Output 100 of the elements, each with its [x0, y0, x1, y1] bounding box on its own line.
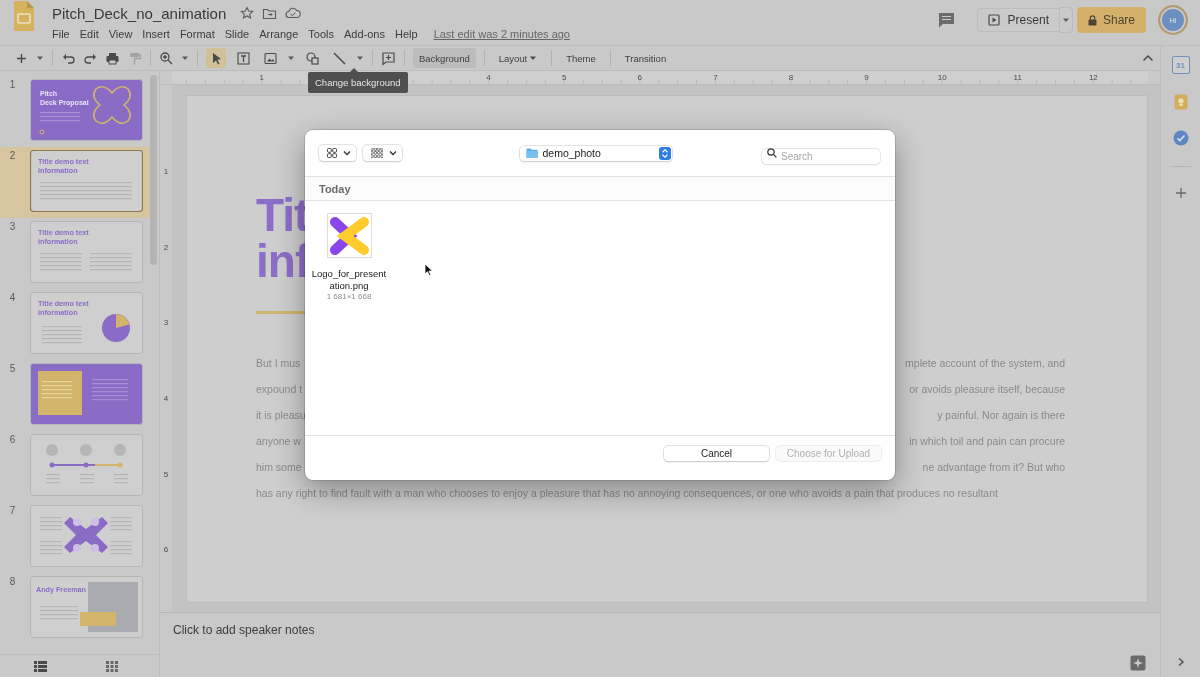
- cloud-icon[interactable]: [285, 7, 302, 19]
- ruler-number: 4: [485, 72, 492, 84]
- ruler-number: 8: [787, 72, 795, 84]
- logo-thumbnail-icon[interactable]: [326, 213, 372, 258]
- plus-icon[interactable]: [1174, 187, 1187, 199]
- present-button[interactable]: Present: [976, 8, 1059, 32]
- body-text[interactable]: expound t: [256, 383, 303, 395]
- ruler-number: 7: [712, 72, 719, 84]
- toolbar-text-button[interactable]: Layout: [492, 48, 544, 68]
- body-text[interactable]: mplete account of the system, and: [905, 357, 1065, 369]
- ruler-number: 6: [162, 544, 170, 557]
- lock-icon: [1087, 14, 1097, 26]
- document-title[interactable]: Pitch_Deck_no_animation: [52, 4, 227, 22]
- slide-number: 5: [8, 363, 17, 374]
- caret-icon[interactable]: [36, 54, 44, 62]
- scrollbar[interactable]: [150, 75, 157, 265]
- slide-number: 3: [8, 221, 17, 232]
- slide-number: 7: [8, 505, 17, 516]
- list-view-icon[interactable]: [33, 660, 47, 672]
- caret-icon[interactable]: [181, 54, 189, 62]
- expand-panel-icon[interactable]: [1176, 657, 1185, 667]
- pie-chart-drawing: [102, 314, 130, 342]
- slide-title[interactable]: Tit: [256, 189, 309, 241]
- dot-grid-icon: [371, 148, 383, 158]
- toolbar-text-button[interactable]: Background: [413, 48, 476, 68]
- body-text[interactable]: it is pleasu: [256, 409, 306, 421]
- body-text[interactable]: or avoids pleasure itself, because: [909, 383, 1065, 395]
- line-icon: [331, 50, 347, 66]
- shapes-icon: [304, 50, 320, 66]
- slide-number: 1: [8, 79, 17, 90]
- star-icon[interactable]: [240, 6, 255, 20]
- menu-item[interactable]: Arrange: [259, 28, 299, 40]
- slide-thumbnail[interactable]: [30, 434, 143, 496]
- ruler-number: 9: [863, 72, 870, 84]
- section-heading: Today: [319, 182, 351, 195]
- tasks-icon[interactable]: [1172, 130, 1189, 146]
- ruler-number: 11: [1012, 72, 1023, 84]
- caret-icon[interactable]: [529, 54, 538, 62]
- zoom-icon[interactable]: [159, 50, 174, 66]
- ruler-number: 2: [162, 241, 170, 254]
- ruler-number: 10: [936, 72, 948, 84]
- slide-number: 6: [8, 434, 17, 445]
- menu-item[interactable]: Edit: [79, 28, 99, 40]
- slide-thumbnail[interactable]: [30, 363, 143, 425]
- cursor-icon: [424, 263, 433, 276]
- comment-icon[interactable]: [937, 12, 955, 28]
- slide-number: 2: [8, 150, 17, 161]
- speaker-notes-field[interactable]: Click to add speaker notes: [173, 623, 315, 671]
- body-text[interactable]: in which toil and pain can procure: [909, 435, 1065, 447]
- menu-item[interactable]: Format: [179, 28, 215, 40]
- cross-outline-drawing: [93, 86, 131, 124]
- folder-dropdown[interactable]: demo_photo: [519, 145, 672, 161]
- stepper-icon: [658, 146, 671, 160]
- menu-item[interactable]: Tools: [308, 28, 334, 40]
- image-icon: [262, 50, 278, 66]
- search-field[interactable]: Search: [762, 148, 880, 164]
- cross-diagram-drawing: [64, 517, 108, 553]
- toolbar-text-button[interactable]: Transition: [618, 48, 673, 68]
- chevron-icon: [343, 150, 351, 156]
- add-comment-icon[interactable]: [381, 50, 396, 66]
- folder-icon[interactable]: [262, 6, 278, 20]
- ruler-number: 12: [1087, 72, 1099, 84]
- calendar-icon[interactable]: 31: [1171, 56, 1190, 74]
- caret-icon[interactable]: [1061, 16, 1070, 24]
- collapse-icon[interactable]: [1142, 54, 1154, 62]
- accent-line: [256, 311, 306, 314]
- grid-icon: [327, 148, 337, 158]
- text-box-icon: [235, 50, 251, 66]
- group-view-button[interactable]: [363, 145, 402, 161]
- toolbar-tool-button[interactable]: [206, 48, 226, 68]
- ruler-number: 3: [162, 317, 170, 330]
- explore-icon[interactable]: [1130, 655, 1146, 671]
- cancel-button[interactable]: Cancel: [664, 445, 769, 461]
- ruler-number: 5: [560, 72, 568, 84]
- file-name[interactable]: Logo_for_presentation.png: [311, 268, 387, 292]
- last-edit-link[interactable]: Last edit was 2 minutes ago: [433, 28, 570, 40]
- ruler-number: 4: [162, 393, 170, 406]
- slide-number: 4: [8, 292, 17, 303]
- icon-view-button[interactable]: [319, 145, 356, 161]
- body-text[interactable]: anyone w: [256, 435, 301, 447]
- slide-number: 8: [8, 576, 17, 587]
- menu-item[interactable]: Slide: [224, 28, 250, 40]
- menu-item[interactable]: Help: [395, 28, 418, 40]
- search-icon: [767, 148, 777, 158]
- body-text[interactable]: y painful. Nor again is there: [937, 409, 1065, 421]
- print-icon[interactable]: [105, 50, 120, 66]
- menu-item[interactable]: Add-ons: [344, 28, 385, 40]
- toolbar-text-button[interactable]: Theme: [560, 48, 602, 68]
- share-button[interactable]: Share: [1076, 7, 1146, 33]
- menu-item[interactable]: Insert: [142, 28, 170, 40]
- file-dimensions: 1 681×1 668: [326, 292, 372, 301]
- body-text[interactable]: ne advantage from it? But who: [922, 461, 1065, 473]
- menu-item[interactable]: View: [108, 28, 133, 40]
- menu-item[interactable]: File: [52, 28, 70, 40]
- ruler-number: 1: [162, 166, 170, 179]
- caret-icon[interactable]: [356, 54, 364, 62]
- grid-view-icon[interactable]: [105, 660, 118, 672]
- caret-icon[interactable]: [287, 54, 295, 62]
- slide-thumbnail[interactable]: [30, 505, 143, 567]
- body-text[interactable]: him some: [256, 461, 302, 473]
